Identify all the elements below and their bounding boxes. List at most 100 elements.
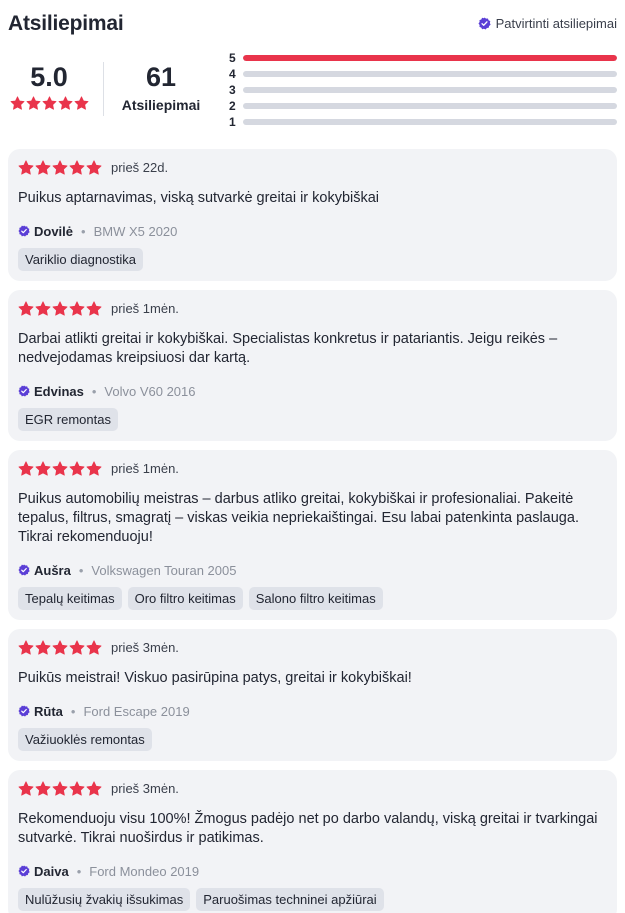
car-model: Ford Escape 2019 (83, 703, 190, 719)
star-icon (35, 639, 51, 655)
review-author: Edvinas • Volvo V60 2016 (18, 383, 607, 399)
star-icon (86, 300, 102, 316)
separator-dot: • (70, 703, 76, 719)
review-card: prieš 3mėn. Rekomenduoju visu 100%! Žmogu… (8, 770, 617, 913)
star-icon (18, 460, 34, 476)
car-model: Volvo V60 2016 (104, 383, 196, 399)
review-stars (18, 639, 102, 655)
star-icon (35, 300, 51, 316)
star-icon (52, 780, 68, 796)
distribution-label: 2 (229, 99, 236, 113)
review-stars (18, 300, 102, 316)
car-model: Volkswagen Touran 2005 (91, 562, 237, 578)
distribution-row-5: 5 (229, 50, 617, 66)
review-time: prieš 1mėn. (111, 300, 179, 316)
separator-dot: • (76, 863, 82, 879)
star-icon (52, 639, 68, 655)
review-header: prieš 1mėn. (18, 300, 607, 316)
review-time: prieš 3mėn. (111, 780, 179, 796)
verified-reviews-label: Patvirtinti atsiliepimai (495, 16, 617, 31)
verified-badge-icon (18, 225, 30, 237)
distribution-bar-track (243, 71, 617, 77)
service-tag: Nulūžusių žvakių išsukimas (18, 888, 191, 911)
separator-dot: • (78, 562, 84, 578)
star-icon (52, 300, 68, 316)
page-title: Atsiliepimai (8, 12, 124, 35)
verified-badge-icon (478, 17, 491, 30)
distribution-bar-track (243, 55, 617, 61)
star-icon (18, 780, 34, 796)
average-rating: 5.0 (8, 50, 90, 110)
star-icon (86, 639, 102, 655)
review-text: Darbai atlikti greitai ir kokybiškai. Sp… (18, 331, 558, 366)
author-name: Daiva (34, 863, 69, 879)
distribution-label: 1 (229, 115, 236, 129)
review-time: prieš 1mėn. (111, 460, 179, 476)
distribution-row-4: 4 (229, 66, 617, 82)
star-icon (69, 780, 85, 796)
author-name: Aušra (34, 562, 71, 578)
distribution-bar-track (243, 103, 617, 109)
review-stars (18, 460, 102, 476)
star-icon (26, 96, 40, 110)
distribution-row-3: 3 (229, 82, 617, 98)
review-count-value: 61 (145, 62, 177, 92)
separator-dot: • (81, 223, 86, 239)
distribution-bar-fill (243, 55, 617, 61)
review-author: Aušra • Volkswagen Touran 2005 (18, 562, 607, 578)
summary-divider (103, 62, 104, 116)
review-count: 61 Atsiliepimai (112, 50, 210, 113)
service-tags: EGR remontas (18, 408, 607, 431)
verified-badge-icon (18, 564, 30, 576)
service-tag: Tepalų keitimas (18, 587, 122, 610)
distribution-row-1: 1 (229, 114, 617, 130)
review-time: prieš 22d. (111, 159, 169, 175)
distribution-label: 5 (229, 51, 236, 65)
review-header: prieš 22d. (18, 159, 607, 175)
car-model: BMW X5 2020 (93, 223, 178, 239)
star-icon (86, 780, 102, 796)
service-tags: Važiuoklės remontas (18, 728, 607, 751)
review-author: Dovilė • BMW X5 2020 (18, 223, 607, 239)
star-icon (69, 300, 85, 316)
star-icon (74, 96, 88, 110)
average-rating-value: 5.0 (30, 62, 68, 92)
service-tags: Variklio diagnostika (18, 248, 607, 271)
service-tag: Salono filtro keitimas (248, 587, 383, 610)
star-icon (35, 460, 51, 476)
verified-badge-icon (18, 705, 30, 717)
distribution-label: 3 (229, 83, 236, 97)
review-header: prieš 3mėn. (18, 639, 607, 655)
service-tags: Nulūžusių žvakių išsukimas Paruošimas tec… (18, 888, 607, 911)
separator-dot: • (91, 383, 97, 399)
rating-summary: 5.0 61 Atsiliepimai 5 4 3 2 1 (8, 50, 617, 130)
star-icon (86, 460, 102, 476)
distribution-bar-track (243, 119, 617, 125)
author-name: Rūta (34, 703, 63, 719)
star-icon (69, 460, 85, 476)
review-stars (18, 159, 102, 175)
distribution-row-2: 2 (229, 98, 617, 114)
review-header: prieš 3mėn. (18, 780, 607, 796)
service-tag: Paruošimas techninei apžiūrai (196, 888, 384, 911)
distribution-label: 4 (229, 67, 236, 81)
review-card: prieš 1mėn. Darbai atlikti greitai ir kok… (8, 290, 617, 441)
average-rating-stars (8, 96, 90, 110)
author-name: Dovilė (34, 223, 74, 239)
star-icon (86, 159, 102, 175)
distribution-bar-track (243, 87, 617, 93)
star-icon (10, 96, 24, 110)
review-author: Rūta • Ford Escape 2019 (18, 703, 607, 719)
review-stars (18, 780, 102, 796)
star-icon (52, 460, 68, 476)
review-list: prieš 22d. Puikus aptarnavimas, viską sut… (8, 149, 617, 913)
author-name: Edvinas (34, 383, 84, 399)
service-tag: EGR remontas (18, 408, 118, 431)
verified-reviews-link[interactable]: Patvirtinti atsiliepimai (478, 16, 617, 31)
service-tag: Važiuoklės remontas (18, 728, 152, 751)
star-icon (18, 639, 34, 655)
star-icon (18, 159, 34, 175)
review-header: prieš 1mėn. (18, 460, 607, 476)
review-text: Puikus automobilių meistras – darbus atl… (18, 491, 579, 545)
review-count-label: Atsiliepimai (121, 97, 201, 113)
